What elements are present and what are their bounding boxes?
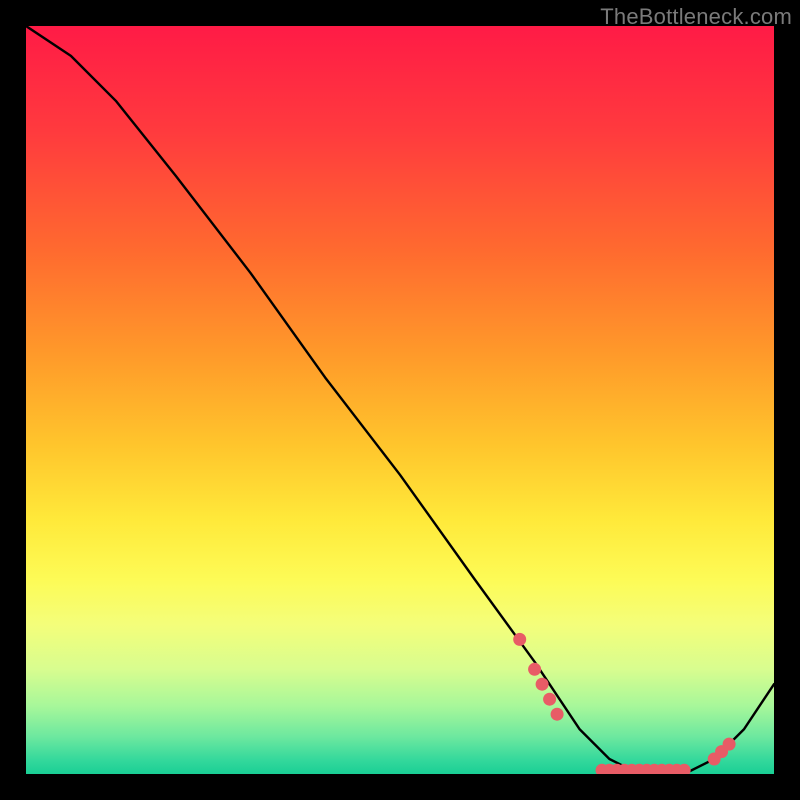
marker-dot [536,678,549,691]
gradient-plot-area [26,26,774,774]
watermark-text: TheBottleneck.com [600,4,792,30]
marker-dot [551,708,564,721]
marker-dot [723,738,736,751]
marker-dot [513,633,526,646]
marker-dot [528,663,541,676]
chart-frame: TheBottleneck.com [0,0,800,800]
optimal-range-markers [513,633,735,774]
marker-dot [543,693,556,706]
bottleneck-curve-svg [26,26,774,774]
bottleneck-curve [26,26,774,774]
